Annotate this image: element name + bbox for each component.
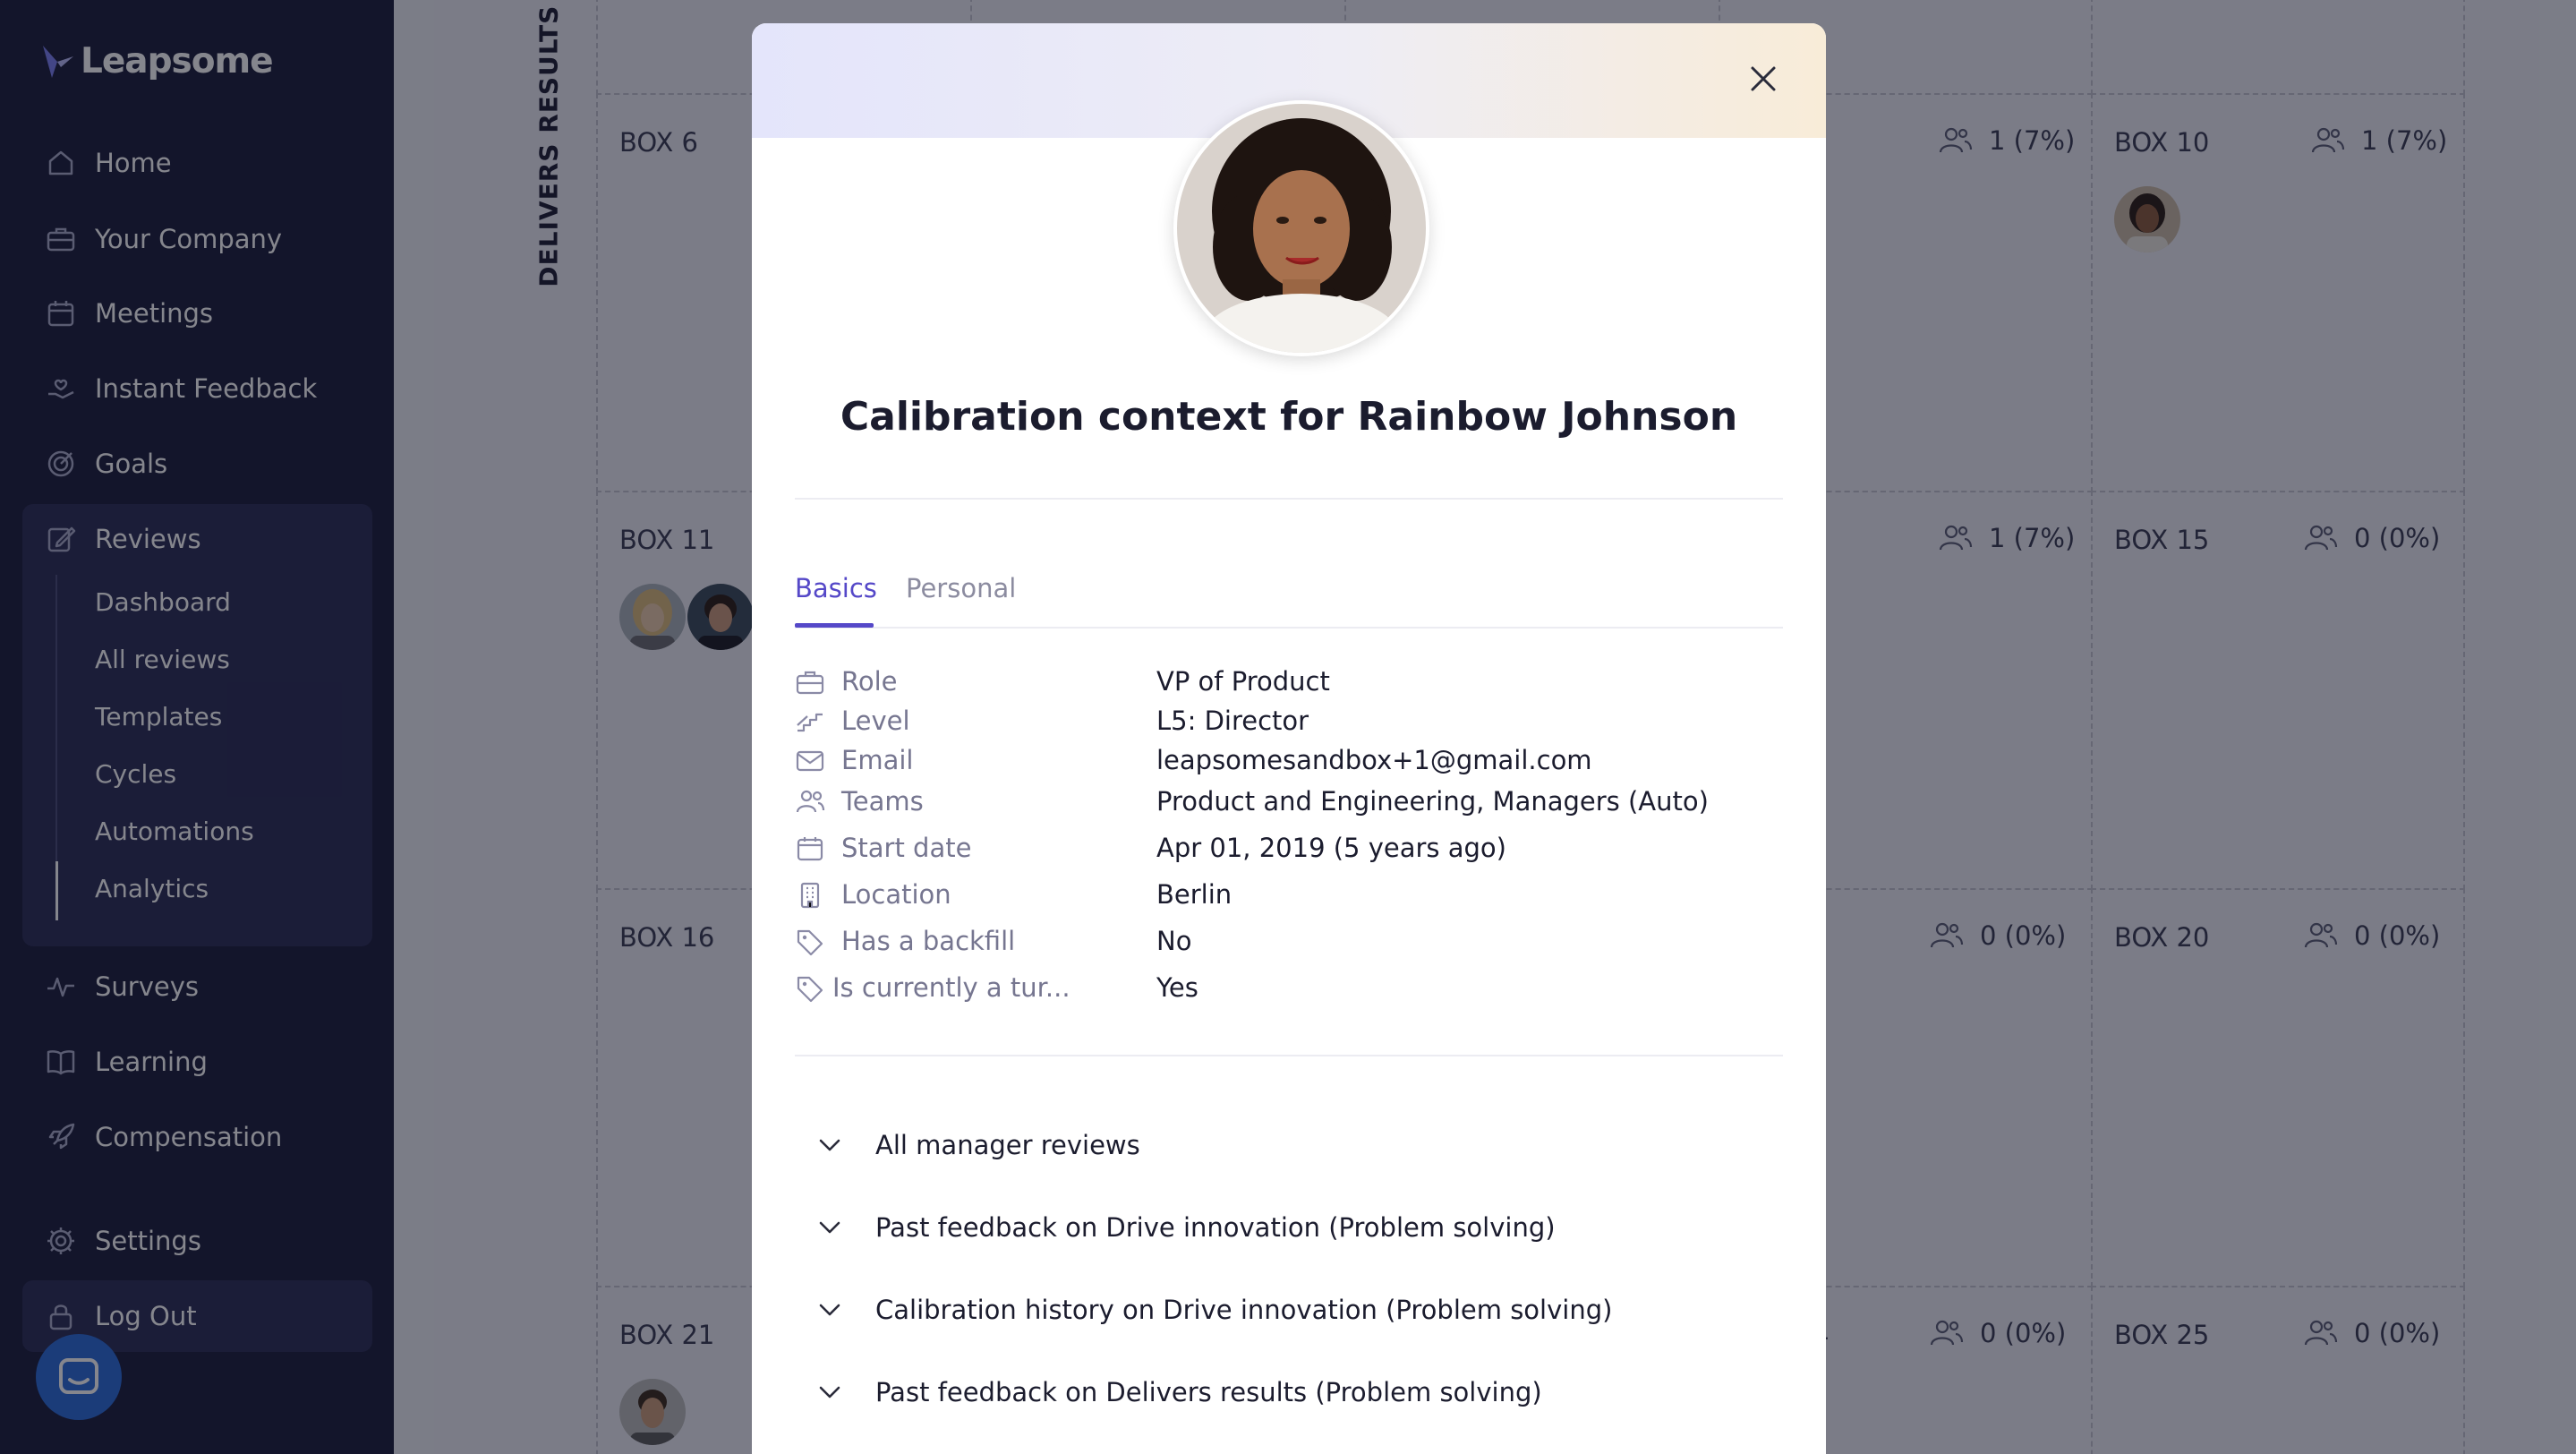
close-icon xyxy=(1751,66,1776,91)
stairs-icon xyxy=(797,713,823,732)
tag-icon xyxy=(797,929,823,956)
field-location: Location Berlin xyxy=(795,876,1783,915)
accordion-past-feedback-delivers-results[interactable]: Past feedback on Delivers results (Probl… xyxy=(816,1370,1765,1415)
field-email: Email leapsomesandbox+1@gmail.com xyxy=(795,741,1783,781)
field-label: Location xyxy=(841,879,951,910)
field-value: Apr 01, 2019 (5 years ago) xyxy=(1156,833,1506,863)
profile-photo xyxy=(1177,104,1426,353)
close-button[interactable] xyxy=(1744,59,1783,98)
accordion-label: Calibration history on Drive innovation … xyxy=(875,1295,1613,1325)
building-icon xyxy=(800,882,820,909)
field-value: Berlin xyxy=(1156,879,1233,910)
field-value: VP of Product xyxy=(1156,666,1330,697)
modal-title: Calibration context for Rainbow Johnson xyxy=(840,394,1738,440)
chevron-down-icon xyxy=(819,1304,840,1316)
field-value: Product and Engineering, Managers (Auto) xyxy=(1156,786,1709,817)
accordion-label: All manager reviews xyxy=(875,1130,1140,1160)
tab-basics[interactable]: Basics xyxy=(795,573,877,603)
briefcase-icon xyxy=(796,671,824,695)
tag-icon xyxy=(797,976,823,1003)
field-value: No xyxy=(1156,926,1192,956)
divider xyxy=(795,1055,1783,1056)
accordion-past-feedback-drive-innovation[interactable]: Past feedback on Drive innovation (Probl… xyxy=(816,1205,1765,1250)
field-turnover-risk: Is currently a tur... Yes xyxy=(795,969,1783,1008)
accordion-label: Past feedback on Delivers results (Probl… xyxy=(875,1377,1542,1407)
divider xyxy=(795,498,1783,500)
field-value: L5: Director xyxy=(1156,706,1309,736)
profile-avatar xyxy=(1173,100,1429,356)
field-value: Yes xyxy=(1156,972,1198,1003)
field-label: Is currently a tur... xyxy=(832,972,1070,1003)
active-tab-indicator xyxy=(795,623,874,628)
mail-icon xyxy=(796,750,824,772)
chevron-down-icon xyxy=(819,1221,840,1234)
tabs-divider xyxy=(795,627,1783,629)
field-label: Start date xyxy=(841,833,972,863)
chevron-down-icon xyxy=(819,1386,840,1398)
accordion-calibration-history[interactable]: Calibration history on Drive innovation … xyxy=(816,1287,1765,1332)
field-value: leapsomesandbox+1@gmail.com xyxy=(1156,745,1592,775)
people-icon xyxy=(796,790,825,813)
field-teams: Teams Product and Engineering, Managers … xyxy=(795,783,1783,822)
tab-personal[interactable]: Personal xyxy=(906,573,1016,603)
field-label: Has a backfill xyxy=(841,926,1016,956)
field-label: Teams xyxy=(841,786,924,817)
field-label: Level xyxy=(841,706,910,736)
calibration-modal: Calibration context for Rainbow Johnson … xyxy=(752,23,1826,1454)
accordion-all-manager-reviews[interactable]: All manager reviews xyxy=(816,1123,1765,1167)
accordion-label: Past feedback on Drive innovation (Probl… xyxy=(875,1212,1556,1243)
calendar-icon xyxy=(797,837,823,861)
field-role: Role VP of Product xyxy=(795,663,1783,702)
chevron-down-icon xyxy=(819,1139,840,1151)
field-start-date: Start date Apr 01, 2019 (5 years ago) xyxy=(795,829,1783,868)
field-label: Role xyxy=(841,666,898,697)
field-level: Level L5: Director xyxy=(795,702,1783,741)
field-has-backfill: Has a backfill No xyxy=(795,922,1783,962)
field-label: Email xyxy=(841,745,914,775)
